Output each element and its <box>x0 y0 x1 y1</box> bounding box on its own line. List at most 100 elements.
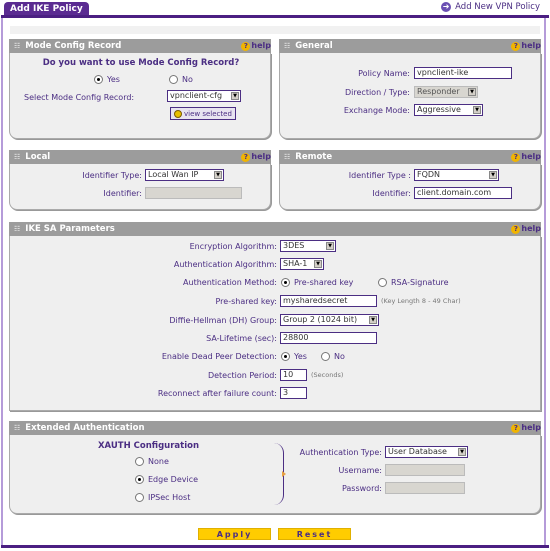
authentication-method-label: Authentication Method: <box>183 278 277 287</box>
view-selected-button[interactable]: view selected <box>170 107 236 120</box>
chevron-down-icon: ▼ <box>369 316 377 324</box>
mode-config-panel: ☷ Mode Config Record ? help Do you want t… <box>9 39 271 139</box>
magnifier-icon <box>174 109 182 118</box>
help-link[interactable]: ? help <box>241 150 271 164</box>
help-icon: ? <box>511 224 521 234</box>
preshared-key-hint: (Key Length 8 - 49 Char) <box>381 297 461 305</box>
chevron-down-icon: ▼ <box>314 260 322 268</box>
chevron-down-icon: ▼ <box>326 242 334 250</box>
arrow-right-icon: ➜ <box>441 2 452 12</box>
auth-type-select[interactable]: User Database ▼ <box>385 446 468 458</box>
help-link[interactable]: ? help <box>241 39 271 53</box>
dh-group-label: Diffie-Hellman (DH) Group: <box>169 316 277 325</box>
xauth-edge-device-radio[interactable] <box>135 475 144 484</box>
help-icon: ? <box>511 423 521 433</box>
mode-config-yes-radio[interactable] <box>94 75 103 84</box>
ike-sa-panel: ☷ IKE SA Parameters ? help Encryption Alg… <box>9 222 541 411</box>
chevron-down-icon: ▼ <box>458 448 466 456</box>
panel-header: ☷ IKE SA Parameters ? help <box>9 222 541 236</box>
preshared-key-input[interactable]: mysharedsecret <box>280 295 377 307</box>
arrow-right-icon <box>282 471 286 477</box>
chevron-down-icon: ▼ <box>489 171 497 179</box>
apply-button[interactable]: Apply <box>198 528 271 540</box>
sa-lifetime-label: SA-Lifetime (sec): <box>206 334 277 343</box>
exchange-mode-label: Exchange Mode: <box>343 106 410 115</box>
xauth-ipsec-host-label: IPSec Host <box>148 493 191 502</box>
dpd-yes-radio[interactable] <box>281 352 290 361</box>
help-link[interactable]: ? help <box>511 421 541 435</box>
help-link[interactable]: ? help <box>511 222 541 236</box>
dh-group-select[interactable]: Group 2 (1024 bit) ▼ <box>280 314 379 326</box>
panel-header: ☷ Extended Authentication ? help <box>9 421 541 435</box>
top-divider <box>1 15 549 18</box>
grip-icon: ☷ <box>14 42 21 50</box>
reset-button[interactable]: Reset <box>278 528 351 540</box>
bottom-divider <box>1 545 549 548</box>
direction-type-select[interactable]: Responder ▼ <box>414 86 478 98</box>
xauth-panel: ☷ Extended Authentication ? help XAUTH Co… <box>9 421 541 514</box>
panel-body: XAUTH Configuration None Edge Device IPS… <box>9 435 541 514</box>
panel-body: Policy Name: vpnclient-ike Direction / T… <box>279 53 541 139</box>
reconnect-count-label: Reconnect after failure count: <box>157 389 277 398</box>
reconnect-count-input[interactable]: 3 <box>280 387 307 399</box>
grip-icon: ☷ <box>14 153 21 161</box>
encryption-algorithm-select[interactable]: 3DES ▼ <box>280 240 336 252</box>
preshared-key-option-label: Pre-shared key <box>294 278 354 287</box>
encryption-algorithm-label: Encryption Algorithm: <box>189 242 277 251</box>
chevron-down-icon: ▼ <box>468 88 476 96</box>
mode-config-no-radio[interactable] <box>169 75 178 84</box>
panel-header: ☷ General ? help <box>279 39 541 53</box>
panel-body: Do you want to use Mode Config Record? Y… <box>9 53 271 139</box>
username-label: Username: <box>338 466 382 475</box>
xauth-ipsec-host-radio[interactable] <box>135 493 144 502</box>
sa-lifetime-input[interactable]: 28800 <box>280 332 377 344</box>
rsa-signature-radio[interactable] <box>378 278 387 287</box>
panel-body: Encryption Algorithm: 3DES ▼ Authenticat… <box>9 236 541 411</box>
detection-period-input[interactable]: 10 <box>280 369 307 381</box>
password-input[interactable] <box>385 482 465 494</box>
dpd-no-label: No <box>334 352 345 361</box>
xauth-none-radio[interactable] <box>135 457 144 466</box>
local-identifier-label: Identifier: <box>103 189 142 198</box>
help-link[interactable]: ? help <box>511 39 541 53</box>
grip-icon: ☷ <box>14 225 21 233</box>
chevron-down-icon: ▼ <box>231 92 239 100</box>
remote-identifier-type-select[interactable]: FQDN ▼ <box>414 169 499 181</box>
help-icon: ? <box>511 41 521 51</box>
chevron-down-icon: ▼ <box>214 171 222 179</box>
policy-name-label: Policy Name: <box>358 69 410 78</box>
select-mode-config-label: Select Mode Config Record: <box>24 93 135 102</box>
exchange-mode-select[interactable]: Aggressive ▼ <box>414 104 483 116</box>
grip-icon: ☷ <box>284 153 291 161</box>
remote-identifier-input[interactable]: client.domain.com <box>414 187 512 199</box>
policy-name-input[interactable]: vpnclient-ike <box>414 67 512 79</box>
mode-config-yes-label: Yes <box>107 75 120 84</box>
authentication-algorithm-select[interactable]: SHA-1 ▼ <box>280 258 324 270</box>
help-link[interactable]: ? help <box>511 150 541 164</box>
local-identifier-type-select[interactable]: Local Wan IP ▼ <box>145 169 224 181</box>
help-icon: ? <box>241 152 251 162</box>
mode-config-no-label: No <box>182 75 193 84</box>
panel-title: IKE SA Parameters <box>25 224 115 234</box>
panel-body: Identifier Type : FQDN ▼ Identifier: cli… <box>279 164 541 210</box>
mode-config-select[interactable]: vpnclient-cfg ▼ <box>167 90 241 102</box>
panel-title: Remote <box>295 152 333 162</box>
panel-title: Extended Authentication <box>25 423 145 433</box>
local-identifier-input[interactable] <box>145 187 242 199</box>
preshared-key-label: Pre-shared key: <box>215 297 277 306</box>
tab-add-ike-policy[interactable]: Add IKE Policy <box>4 2 89 16</box>
dpd-yes-label: Yes <box>294 352 307 361</box>
panel-title: Local <box>25 152 51 162</box>
auth-type-label: Authentication Type: <box>299 448 382 457</box>
rsa-signature-option-label: RSA-Signature <box>391 278 449 287</box>
remote-identifier-label: Identifier: <box>372 189 411 198</box>
authentication-algorithm-label: Authentication Algorithm: <box>173 260 277 269</box>
add-new-vpn-policy-link[interactable]: ➜ Add New VPN Policy <box>441 2 540 12</box>
panel-title: Mode Config Record <box>25 41 122 51</box>
username-input[interactable] <box>385 464 465 476</box>
dpd-no-radio[interactable] <box>321 352 330 361</box>
remote-panel: ☷ Remote ? help Identifier Type : FQDN ▼ … <box>279 150 541 210</box>
panel-header: ☷ Remote ? help <box>279 150 541 164</box>
preshared-key-radio[interactable] <box>281 278 290 287</box>
panel-title: General <box>295 41 333 51</box>
